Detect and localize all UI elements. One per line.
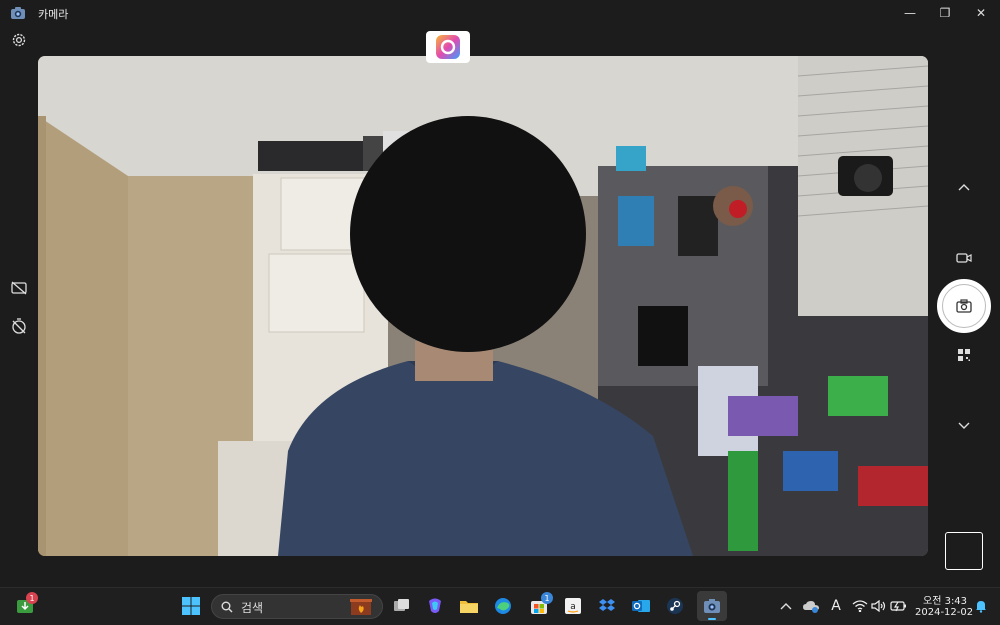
onedrive-tray-button[interactable] bbox=[800, 595, 822, 617]
chevron-up-icon bbox=[780, 603, 792, 610]
notifications-button[interactable] bbox=[970, 595, 992, 617]
chevron-up-icon bbox=[958, 184, 970, 191]
camera-taskbar-button[interactable] bbox=[697, 591, 727, 621]
video-camera-icon bbox=[956, 253, 972, 263]
chevron-down-icon bbox=[958, 422, 970, 429]
amazon-icon: a bbox=[565, 598, 581, 614]
taskbar-search-box[interactable]: 검색 bbox=[211, 594, 383, 619]
title-bar: 카메라 — ❐ ✕ bbox=[0, 0, 1000, 26]
maximize-icon: ❐ bbox=[939, 6, 951, 20]
show-hidden-icons-button[interactable] bbox=[775, 595, 797, 617]
widgets-button[interactable]: 1 bbox=[14, 592, 38, 617]
edge-browser-button[interactable] bbox=[492, 595, 514, 617]
maximize-button[interactable]: ❐ bbox=[928, 0, 962, 26]
speaker-icon bbox=[871, 600, 886, 612]
battery-button[interactable] bbox=[888, 595, 910, 617]
windows-logo-icon bbox=[182, 597, 200, 615]
outlook-button[interactable] bbox=[630, 595, 652, 617]
outlook-icon bbox=[632, 600, 650, 612]
colorful-app-icon bbox=[436, 35, 460, 59]
clock-date[interactable]: 2024-12-02 bbox=[915, 607, 973, 618]
photo-camera-icon bbox=[956, 299, 972, 313]
edge-icon bbox=[495, 598, 511, 614]
copilot-icon bbox=[429, 598, 441, 613]
battery-charging-icon bbox=[890, 601, 906, 612]
ime-label: A bbox=[831, 598, 841, 614]
copilot-button[interactable] bbox=[424, 595, 446, 617]
hdr-off-icon[interactable] bbox=[10, 279, 28, 297]
camera-window: 카메라 — ❐ ✕ bbox=[0, 0, 1000, 587]
store-badge: 1 bbox=[541, 592, 553, 604]
camera-app-taskbar-icon bbox=[704, 599, 720, 613]
folder-icon bbox=[460, 601, 478, 613]
fireplace-search-highlight-icon bbox=[350, 599, 372, 615]
camera-preview-image bbox=[38, 56, 928, 556]
microsoft-store-button[interactable]: 1 bbox=[528, 592, 553, 617]
onedrive-sync-icon bbox=[803, 601, 819, 613]
qr-code-icon bbox=[958, 349, 970, 361]
settings-gear-icon[interactable] bbox=[10, 31, 28, 49]
shutter-ring bbox=[942, 284, 986, 328]
close-button[interactable]: ✕ bbox=[964, 0, 998, 26]
steam-button[interactable] bbox=[664, 595, 686, 617]
start-button[interactable] bbox=[180, 595, 202, 617]
take-photo-button[interactable] bbox=[937, 279, 991, 333]
window-title: 카메라 bbox=[38, 8, 69, 21]
volume-button[interactable] bbox=[868, 595, 890, 617]
dropbox-icon bbox=[599, 599, 615, 611]
close-icon: ✕ bbox=[975, 6, 987, 20]
search-icon bbox=[221, 601, 233, 613]
steam-icon bbox=[667, 598, 683, 614]
amazon-app-button[interactable]: a bbox=[562, 595, 584, 617]
video-mode-button[interactable] bbox=[952, 246, 976, 270]
camera-app-icon bbox=[11, 7, 25, 19]
timer-off-icon[interactable] bbox=[10, 317, 28, 335]
input-language-button[interactable]: A bbox=[825, 595, 847, 617]
scroll-down-button[interactable] bbox=[952, 414, 976, 438]
file-explorer-button[interactable] bbox=[458, 595, 480, 617]
active-app-indicator bbox=[708, 618, 716, 620]
wifi-icon bbox=[852, 600, 868, 612]
dropbox-button[interactable] bbox=[596, 595, 618, 617]
scroll-up-button[interactable] bbox=[952, 175, 976, 199]
overlay-app-badge[interactable] bbox=[426, 31, 470, 63]
minimize-button[interactable]: — bbox=[893, 0, 927, 26]
svg-text:a: a bbox=[570, 602, 576, 612]
task-view-icon bbox=[394, 599, 409, 611]
task-view-button[interactable] bbox=[391, 595, 413, 617]
camera-viewfinder[interactable] bbox=[38, 56, 928, 556]
minimize-icon: — bbox=[904, 6, 916, 20]
bell-icon bbox=[976, 601, 986, 613]
widgets-badge: 1 bbox=[26, 592, 38, 604]
qr-scan-button[interactable] bbox=[952, 343, 976, 367]
clock-time[interactable]: 오전 3:43 bbox=[923, 592, 967, 607]
search-placeholder: 검색 bbox=[241, 601, 264, 615]
last-photo-thumbnail[interactable] bbox=[945, 532, 983, 570]
